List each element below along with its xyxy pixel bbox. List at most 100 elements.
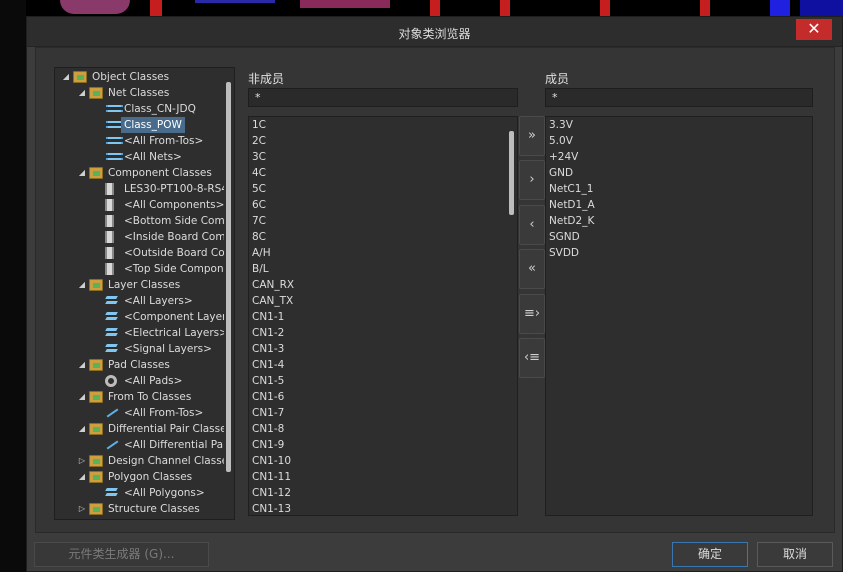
tree-item-label: <Top Side Components> <box>124 263 234 275</box>
members-list[interactable]: 3.3V 5.0V +24V GND NetC1_1 NetD1_A NetD2_K SGND… <box>545 116 813 516</box>
pad-icon <box>105 375 117 387</box>
expand-down-icon[interactable]: ◢ <box>61 69 71 85</box>
tree-item-label: Component Classes <box>108 167 212 179</box>
folder-icon <box>89 503 103 515</box>
list-scrollbar[interactable] <box>507 117 517 515</box>
tree-item-label: <All From-Tos> <box>124 135 204 147</box>
from-to-icon <box>105 407 119 419</box>
folder-icon <box>89 279 103 291</box>
list-item[interactable]: GND <box>546 165 812 181</box>
from-to-icon <box>105 439 119 451</box>
list-item[interactable]: NetC1_1 <box>546 181 812 197</box>
expand-down-icon[interactable]: ◢ <box>77 165 87 181</box>
tree-scrollbar-thumb[interactable] <box>226 82 231 472</box>
list-item[interactable]: 2C <box>249 133 517 149</box>
expand-down-icon[interactable]: ◢ <box>77 421 87 437</box>
tree-item-label: <Electrical Layers> <box>124 327 228 339</box>
expand-down-icon[interactable]: ◢ <box>77 469 87 485</box>
collapse-right-icon[interactable]: ▷ <box>77 501 87 517</box>
list-item[interactable]: NetD1_A <box>546 197 812 213</box>
remove-selected-button[interactable]: ‹ <box>519 205 545 245</box>
expand-down-icon[interactable]: ◢ <box>77 389 87 405</box>
expand-down-icon[interactable]: ◢ <box>77 277 87 293</box>
component-icon <box>105 183 114 195</box>
net-icon <box>105 135 123 147</box>
add-filtered-button[interactable]: ≡› <box>519 294 545 334</box>
folder-icon <box>89 87 103 99</box>
list-item[interactable]: 5.0V <box>546 133 812 149</box>
folder-icon <box>89 391 103 403</box>
list-item[interactable]: 3C <box>249 149 517 165</box>
remove-filtered-button[interactable]: ‹≡ <box>519 338 545 378</box>
layer-icon <box>105 343 119 355</box>
list-scrollbar-thumb[interactable] <box>509 131 514 215</box>
list-item[interactable]: CN1-8 <box>249 421 517 437</box>
list-item[interactable]: CN1-13 <box>249 501 517 515</box>
tree-item-label: <All Pads> <box>124 375 183 387</box>
title-bar[interactable]: 对象类浏览器 ✕ <box>27 17 842 47</box>
class-tree[interactable]: ◢ Object Classes ◢ Net Classes Class_CN-JDQ C… <box>54 67 235 520</box>
non-members-label: 非成员 <box>248 72 285 86</box>
tree-item-label: Class_CN-JDQ <box>124 103 196 115</box>
list-item[interactable]: A/H <box>249 245 517 261</box>
tree-item-label: <All Differential Pairs> <box>124 439 235 451</box>
tree-item-label: <Signal Layers> <box>124 343 212 355</box>
list-item[interactable]: CN1-3 <box>249 341 517 357</box>
list-item[interactable]: CN1-11 <box>249 469 517 485</box>
list-item[interactable]: 1C <box>249 117 517 133</box>
list-item[interactable]: CN1-10 <box>249 453 517 469</box>
list-item[interactable]: CN1-6 <box>249 389 517 405</box>
members-filter-input[interactable]: * <box>545 88 813 107</box>
close-button[interactable]: ✕ <box>796 19 832 40</box>
ok-button[interactable]: 确定 <box>672 542 748 567</box>
dialog-content: ◢ Object Classes ◢ Net Classes Class_CN-JDQ C… <box>35 47 835 533</box>
list-item[interactable]: SGND <box>546 229 812 245</box>
close-icon: ✕ <box>807 19 821 38</box>
non-members-list[interactable]: 1C 2C 3C 4C 5C 6C 7C 8C A/H B/L CAN_RX CAN_TX CN1-1 C… <box>248 116 518 516</box>
tree-item-label: Layer Classes <box>108 279 181 291</box>
list-item[interactable]: 5C <box>249 181 517 197</box>
tree-item-label: Class_POW <box>121 117 185 133</box>
net-icon <box>105 103 123 115</box>
tree-item-label: Object Classes <box>92 71 170 83</box>
layer-icon <box>105 311 119 323</box>
net-icon <box>105 151 123 163</box>
tree-item-label: <All Polygons> <box>124 487 205 499</box>
non-members-filter-input[interactable]: * <box>248 88 518 107</box>
add-all-button[interactable]: » <box>519 116 545 156</box>
expand-down-icon[interactable]: ◢ <box>77 85 87 101</box>
list-item[interactable]: 7C <box>249 213 517 229</box>
list-item[interactable]: CN1-12 <box>249 485 517 501</box>
list-item[interactable]: +24V <box>546 149 812 165</box>
list-item[interactable]: CAN_RX <box>249 277 517 293</box>
component-icon <box>105 215 114 227</box>
cancel-button[interactable]: 取消 <box>757 542 833 567</box>
list-item[interactable]: CN1-9 <box>249 437 517 453</box>
list-item[interactable]: SVDD <box>546 245 812 261</box>
tree-item-label: <All From-Tos> <box>124 407 204 419</box>
list-item[interactable]: B/L <box>249 261 517 277</box>
list-item[interactable]: 3.3V <box>546 117 812 133</box>
list-item[interactable]: CN1-7 <box>249 405 517 421</box>
expand-down-icon[interactable]: ◢ <box>77 357 87 373</box>
tree-item-label: <All Components> <box>124 199 225 211</box>
class-generator-button[interactable]: 元件类生成器 (G)... <box>34 542 209 567</box>
list-item[interactable]: CN1-1 <box>249 309 517 325</box>
list-item[interactable]: 4C <box>249 165 517 181</box>
list-item[interactable]: 6C <box>249 197 517 213</box>
list-item[interactable]: NetD2_K <box>546 213 812 229</box>
collapse-right-icon[interactable]: ▷ <box>77 453 87 469</box>
layer-icon <box>105 327 119 339</box>
list-item[interactable]: 8C <box>249 229 517 245</box>
tree-scrollbar[interactable] <box>224 68 234 519</box>
list-item[interactable]: CN1-4 <box>249 357 517 373</box>
tree-item-label: Differential Pair Classes <box>108 423 233 435</box>
tree-item-label: <Bottom Side Components> <box>124 215 235 227</box>
tree-item-label: Polygon Classes <box>108 471 193 483</box>
list-item[interactable]: CAN_TX <box>249 293 517 309</box>
list-item[interactable]: CN1-2 <box>249 325 517 341</box>
tree-item-label: Net Classes <box>108 87 170 99</box>
remove-all-button[interactable]: « <box>519 249 545 289</box>
add-selected-button[interactable]: › <box>519 160 545 200</box>
list-item[interactable]: CN1-5 <box>249 373 517 389</box>
